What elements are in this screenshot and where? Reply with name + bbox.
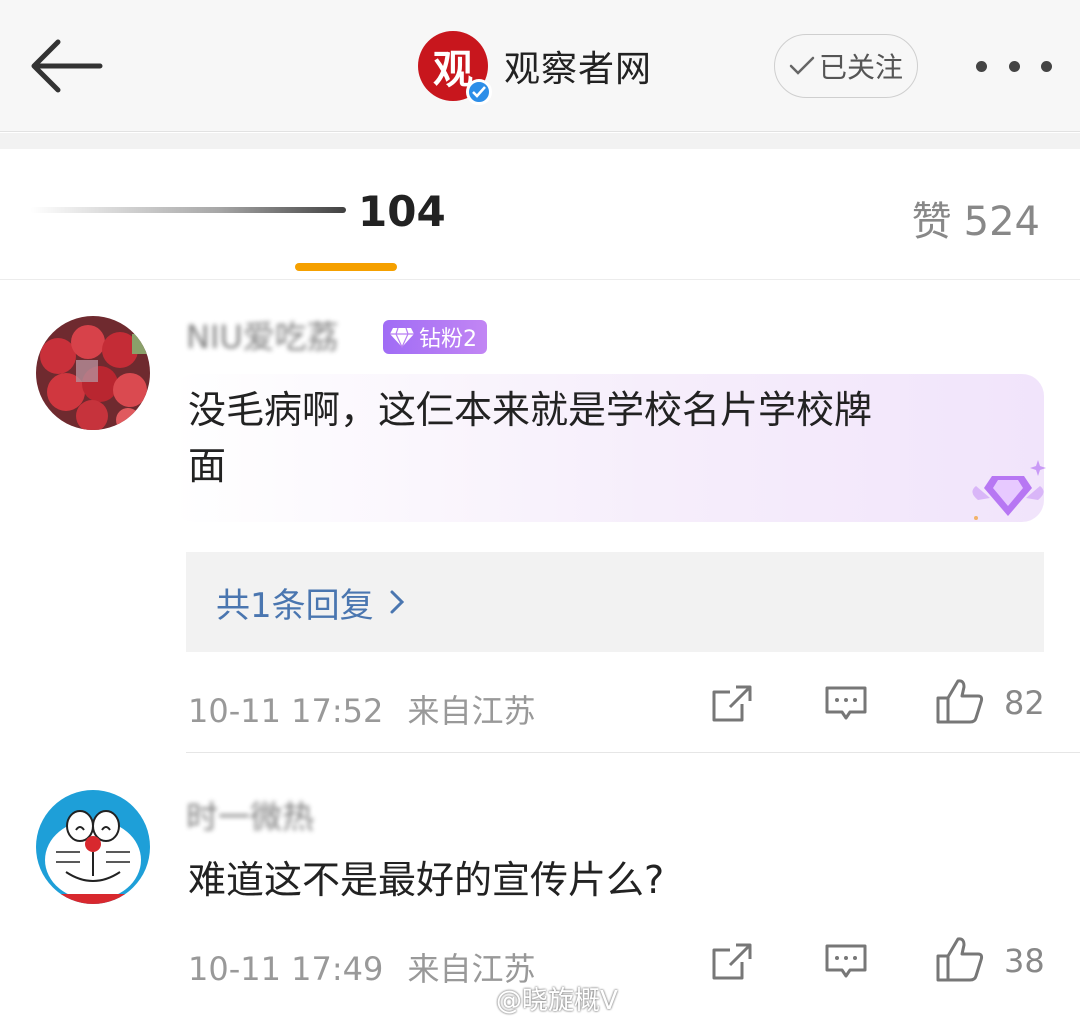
share-icon[interactable] [710,684,754,724]
diamond-decoration-icon [968,458,1048,526]
tab-comments-count[interactable]: 104 [358,187,446,236]
watermark-text: @晓旋概V [496,986,618,1016]
comment-icon[interactable] [824,942,868,982]
comment-time: 10-11 17:49 [188,950,384,988]
section-gap [0,133,1080,149]
like-button[interactable]: 38 [936,936,1045,986]
likes-tab-label: 赞 [911,199,952,245]
username[interactable]: 时一微热 [186,792,314,838]
like-count: 38 [1004,942,1045,980]
likes-tab-count: 524 [963,199,1040,245]
replies-link[interactable]: 共1条回复 [186,552,1044,652]
watermark: @晓旋概V [452,980,618,1017]
account-name[interactable]: 观察者网 [504,40,652,92]
avatar[interactable] [36,316,150,430]
comment-time: 10-11 17:52 [188,692,384,730]
replies-label: 共1条回复 [216,585,374,626]
comment-meta: 10-11 17:52 来自江苏 [188,686,536,732]
thumbs-up-icon [936,936,984,986]
diamond-icon [389,326,415,348]
comment-text: 没毛病啊，这仨本来就是学校名片学校牌 面 [188,382,872,494]
chevron-right-icon [388,588,406,616]
tab-likes[interactable]: 赞 524 [912,189,1040,247]
top-bar: 观 观察者网 已关注 [0,0,1080,132]
follow-label: 已关注 [818,51,903,84]
comment-text-line: 面 [188,444,227,488]
fan-badge[interactable]: 钻粉2 [383,320,487,354]
comment-text: 难道这不是最好的宣传片么? [188,852,664,908]
back-arrow-icon[interactable] [28,36,104,96]
comment-location: 来自江苏 [407,692,536,730]
more-options-icon[interactable] [976,56,1052,76]
account-header[interactable]: 观 观察者网 [418,30,652,105]
comment-icon[interactable] [824,684,868,724]
blurred-tab-label [30,207,346,213]
comment-tabs: 104 赞 524 [0,149,1080,280]
comment-text-line: 难道这不是最好的宣传片么? [188,858,665,902]
active-tab-indicator [295,263,397,271]
verified-icon [466,79,492,105]
divider [186,752,1080,753]
thumbs-up-icon [936,678,984,728]
comment-text-line: 没毛病啊，这仨本来就是学校名片学校牌 [188,388,873,432]
badge-label: 钻粉2 [419,327,477,352]
like-button[interactable]: 82 [936,678,1045,728]
checkmark-icon [789,55,815,77]
like-count: 82 [1004,684,1045,722]
follow-button[interactable]: 已关注 [774,34,918,98]
username[interactable]: NIU爱吃荔 [186,312,339,358]
account-avatar[interactable]: 观 [418,31,492,105]
share-icon[interactable] [710,942,754,982]
weibo-logo-icon [452,985,492,1013]
avatar[interactable] [36,790,150,904]
